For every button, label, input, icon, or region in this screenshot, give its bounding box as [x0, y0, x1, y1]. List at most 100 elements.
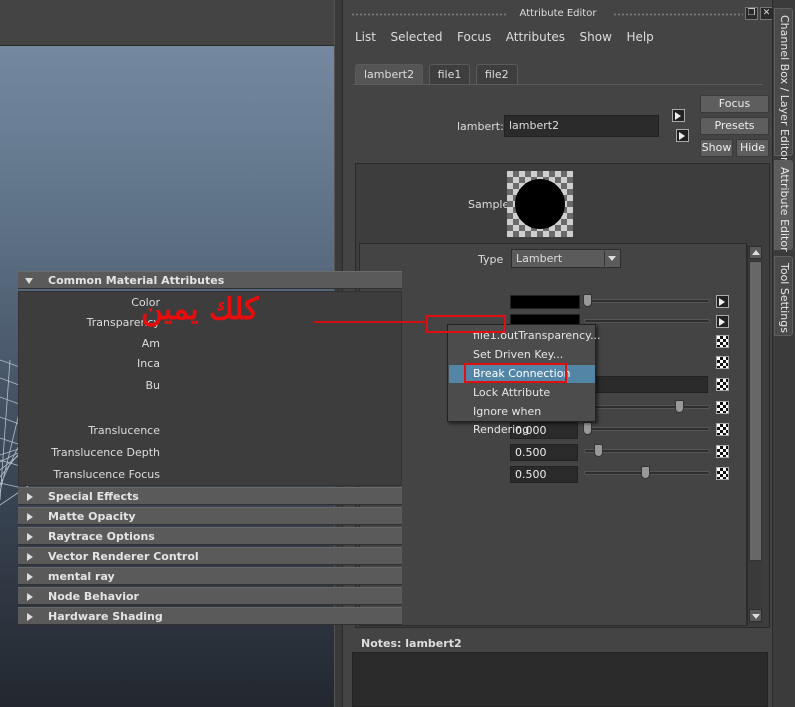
translucence-map-icon[interactable]: [716, 423, 729, 436]
incandescence-map-icon[interactable]: [716, 356, 729, 369]
type-dropdown-value: Lambert: [516, 252, 563, 265]
annotation-highlight-break-connection: [464, 363, 567, 383]
attr-label-translucence-depth: Translucence Depth: [51, 446, 160, 459]
output-connections-icon[interactable]: [676, 129, 689, 142]
translucence-focus-map-icon[interactable]: [716, 467, 729, 480]
tab-file2[interactable]: file2: [475, 64, 518, 84]
translucence-depth-map-icon[interactable]: [716, 445, 729, 458]
tab-file1[interactable]: file1: [428, 64, 471, 84]
menu-item-ignore-when-rendering[interactable]: Ignore when Rendering: [449, 403, 595, 436]
annotation-label: كلك يمين: [141, 292, 259, 327]
menu-show[interactable]: Show: [580, 30, 612, 44]
section-special-effects[interactable]: Special Effects: [18, 487, 402, 505]
section-mental-ray[interactable]: mental ray: [18, 567, 402, 585]
type-dropdown[interactable]: Lambert: [511, 249, 621, 268]
menu-selected[interactable]: Selected: [390, 30, 442, 44]
section-hardware-shading[interactable]: Hardware Shading: [18, 607, 402, 625]
tab-tool-settings[interactable]: Tool Settings: [774, 256, 793, 336]
sample-label: Sample: [468, 198, 510, 211]
bump-map-icon[interactable]: [716, 378, 729, 391]
collapsed-triangle-icon: [27, 613, 33, 621]
tab-attribute-editor[interactable]: Attribute Editor: [774, 160, 793, 252]
side-tab-label: Attribute Editor: [778, 167, 791, 252]
translucence-depth-slider-handle[interactable]: [594, 444, 603, 457]
notes-title: Notes:: [361, 637, 402, 650]
notes-label: Notes: lambert2: [361, 637, 462, 650]
restore-window-icon[interactable]: ❐: [745, 7, 758, 20]
notes-textarea[interactable]: [352, 652, 768, 707]
menu-item-set-driven-key[interactable]: Set Driven Key...: [449, 346, 595, 364]
section-title: Node Behavior: [48, 590, 139, 603]
section-common-material-attributes[interactable]: Common Material Attributes: [18, 271, 402, 289]
translucence-focus-slider-handle[interactable]: [641, 466, 650, 479]
section-raytrace-options[interactable]: Raytrace Options: [18, 527, 402, 545]
section-title: Matte Opacity: [48, 510, 136, 523]
collapsed-triangle-icon: [27, 493, 33, 501]
connected-map-icon[interactable]: [716, 295, 729, 308]
transparency-connected-icon[interactable]: [716, 315, 729, 328]
section-title: Hardware Shading: [48, 610, 163, 623]
section-title: mental ray: [48, 570, 115, 583]
section-vector-renderer-control[interactable]: Vector Renderer Control: [18, 547, 402, 565]
color-slider-handle[interactable]: [583, 294, 592, 307]
type-label: Type: [478, 253, 504, 266]
node-tabs: lambert2 file1 file2: [355, 64, 520, 84]
menu-attributes[interactable]: Attributes: [506, 30, 565, 44]
focus-button[interactable]: Focus: [700, 95, 769, 113]
scroll-thumb[interactable]: [749, 261, 762, 561]
section-title: Raytrace Options: [48, 530, 155, 543]
annotation-pointer-line: [314, 321, 428, 323]
section-title: Special Effects: [48, 490, 139, 503]
menu-list[interactable]: List: [355, 30, 376, 44]
translucence-slider-handle[interactable]: [583, 422, 592, 435]
color-swatch[interactable]: [510, 295, 580, 309]
show-button[interactable]: Show: [700, 139, 733, 157]
sample-sphere: [515, 179, 565, 229]
translucence-depth-field[interactable]: 0.500: [510, 444, 578, 461]
material-sample-swatch: [507, 171, 573, 237]
viewport-toolbar-area: [0, 0, 342, 46]
window-title: Attribute Editor: [519, 8, 597, 19]
transparency-slider[interactable]: [584, 319, 710, 323]
collapsed-triangle-icon: [27, 533, 33, 541]
ambient-map-icon[interactable]: [716, 335, 729, 348]
side-tab-label: Channel Box / Layer Editor: [778, 15, 791, 162]
collapsed-triangle-icon: [27, 593, 33, 601]
input-connections-icon[interactable]: [672, 109, 685, 122]
scroll-down-icon[interactable]: [749, 609, 762, 622]
attr-label-bump: Bu: [145, 379, 160, 392]
collapsed-triangle-icon: [27, 513, 33, 521]
diffuse-map-icon[interactable]: [716, 401, 729, 414]
node-name-label: lambert:: [457, 120, 504, 133]
attributes-scrollbar[interactable]: [747, 245, 762, 625]
tab-lambert2[interactable]: lambert2: [355, 64, 424, 84]
tab-channel-box-layer-editor[interactable]: Channel Box / Layer Editor: [774, 8, 793, 162]
section-title: Common Material Attributes: [48, 274, 225, 287]
scroll-up-icon[interactable]: [749, 246, 762, 259]
translucence-slider[interactable]: [584, 427, 710, 431]
attr-label-translucence: Translucence: [88, 424, 160, 437]
menu-bar: List Selected Focus Attributes Show Help: [355, 30, 665, 46]
hide-button[interactable]: Hide: [736, 139, 769, 157]
node-name-field[interactable]: lambert2: [504, 115, 659, 137]
chevron-down-icon[interactable]: [604, 251, 619, 266]
menu-item-lock-attribute[interactable]: Lock Attribute: [449, 384, 595, 402]
section-node-behavior[interactable]: Node Behavior: [18, 587, 402, 605]
menu-help[interactable]: Help: [626, 30, 653, 44]
collapsed-triangle-icon: [27, 553, 33, 561]
translucence-focus-field[interactable]: 0.500: [510, 466, 578, 483]
menu-focus[interactable]: Focus: [457, 30, 491, 44]
diffuse-slider-handle[interactable]: [675, 400, 684, 413]
color-slider[interactable]: [584, 299, 710, 303]
section-title: Vector Renderer Control: [48, 550, 199, 563]
tab-divider: [353, 84, 763, 85]
diffuse-slider[interactable]: [584, 405, 710, 409]
expanded-triangle-icon: [25, 278, 33, 284]
presets-button[interactable]: Presets: [700, 117, 769, 135]
section-matte-opacity[interactable]: Matte Opacity: [18, 507, 402, 525]
window-title-bar: Attribute Editor: [343, 5, 773, 23]
attr-label-translucence-focus: Translucence Focus: [53, 468, 160, 481]
attr-label-incandescence: Inca: [136, 357, 160, 370]
title-grip-right: [613, 13, 743, 16]
notes-node: lambert2: [405, 637, 462, 650]
